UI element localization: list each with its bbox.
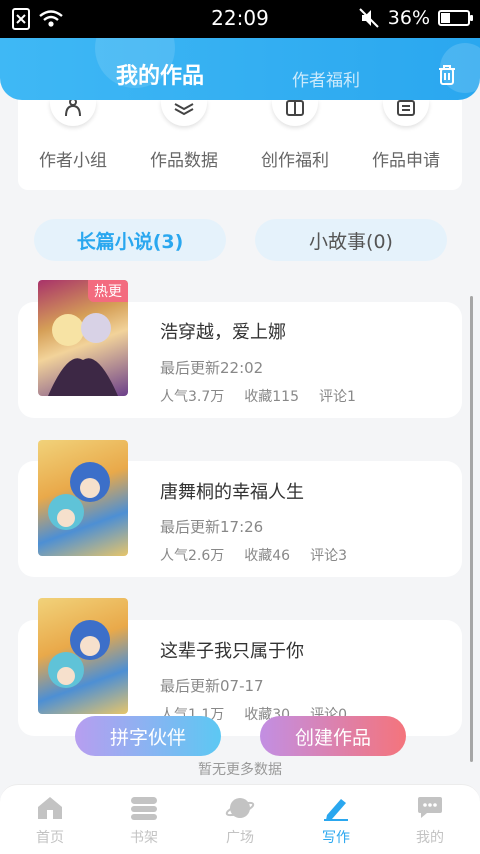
gift-icon — [286, 100, 304, 116]
work-title[interactable]: 这辈子我只属于你 — [160, 637, 304, 663]
tab-bookshelf[interactable]: 书架 — [96, 795, 192, 847]
hot-update-badge: 热更 — [88, 280, 128, 302]
battery-icon — [438, 10, 473, 26]
tab-label: 首页 — [36, 830, 64, 846]
tab-plaza[interactable]: 广场 — [192, 795, 288, 847]
quick-action-label: 创作福利 — [261, 151, 329, 171]
quick-action-creation-benefits[interactable]: 创作福利 — [245, 100, 345, 171]
quick-action-label: 作者小组 — [39, 151, 107, 171]
cover-illustration — [48, 620, 110, 688]
battery-percent: 36% — [387, 7, 430, 29]
tab-author-benefits[interactable]: 作者福利 — [292, 66, 360, 91]
chat-bubble-icon — [418, 797, 442, 818]
work-favorites: 收藏46 — [244, 548, 291, 564]
quick-actions-card: 作者小组 作品数据 创作福利 作品申请 — [18, 100, 462, 190]
work-cover-image[interactable] — [38, 598, 128, 714]
scrollbar[interactable] — [470, 296, 473, 762]
work-stats: 人气2.6万 收藏46 评论3 — [160, 545, 347, 565]
planet-icon — [225, 798, 255, 818]
quick-action-author-group[interactable]: 作者小组 — [23, 100, 123, 171]
cover-illustration — [48, 462, 110, 530]
pen-icon — [324, 799, 348, 821]
work-last-updated: 最后更新07-17 — [160, 677, 264, 695]
tab-label: 写作 — [322, 830, 350, 846]
battery-fill — [441, 13, 451, 23]
work-popularity: 人气2.6万 — [160, 548, 225, 564]
work-favorites: 收藏115 — [244, 389, 299, 405]
work-title[interactable]: 浩穿越，爱上娜 — [160, 318, 286, 344]
quick-action-work-application[interactable]: 作品申请 — [356, 100, 456, 171]
segment-short-stories[interactable]: 小故事(0) — [255, 219, 447, 261]
tab-write[interactable]: 写作 — [288, 795, 384, 847]
tab-label: 书架 — [130, 830, 158, 846]
app-header: 我的作品 作者福利 — [0, 38, 480, 100]
work-cover-image[interactable] — [38, 440, 128, 556]
home-icon — [38, 797, 62, 819]
work-title[interactable]: 唐舞桐的幸福人生 — [160, 478, 304, 504]
work-stats: 人气3.7万 收藏115 评论1 — [160, 386, 356, 406]
group-icon — [65, 100, 81, 117]
tab-my-works[interactable]: 我的作品 — [116, 58, 204, 90]
tab-mine[interactable]: 我的 — [382, 795, 478, 847]
mute-icon — [359, 8, 379, 28]
tab-label: 广场 — [226, 830, 254, 846]
work-cover-image[interactable]: 热更 — [38, 280, 128, 396]
bookshelf-icon — [131, 797, 157, 820]
tab-label: 我的 — [416, 830, 444, 846]
work-comments: 评论3 — [310, 548, 348, 564]
quick-action-label: 作品数据 — [150, 151, 218, 171]
document-icon — [397, 100, 415, 116]
bottom-tab-bar: 首页 书架 广场 写作 我的 — [0, 784, 480, 854]
segment-long-novels[interactable]: 长篇小说(3) — [34, 219, 226, 261]
status-bar: 22:09 36% — [0, 0, 480, 38]
tab-home[interactable]: 首页 — [2, 795, 98, 847]
create-work-button[interactable]: 创建作品 — [260, 716, 406, 756]
quick-action-label: 作品申请 — [372, 151, 440, 171]
layers-icon — [174, 103, 194, 116]
work-last-updated: 最后更新17:26 — [160, 518, 264, 536]
trash-icon[interactable] — [434, 62, 460, 88]
work-popularity: 人气3.7万 — [160, 389, 225, 405]
work-comments: 评论1 — [319, 389, 356, 405]
quick-action-work-data[interactable]: 作品数据 — [134, 100, 234, 171]
work-last-updated: 最后更新22:02 — [160, 359, 264, 377]
partner-button[interactable]: 拼字伙伴 — [75, 716, 221, 756]
no-more-data-note: 暂无更多数据 — [198, 762, 282, 778]
